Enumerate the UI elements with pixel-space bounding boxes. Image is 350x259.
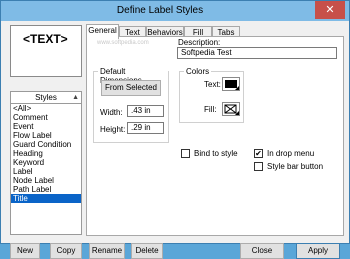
description-input[interactable]: Softpedia Test [177, 47, 337, 59]
text-color-picker[interactable] [222, 77, 240, 91]
colors-group: Colors Text: Fill: [179, 67, 244, 123]
list-item[interactable]: Keyword [11, 158, 81, 167]
fill-color-label: Fill: [204, 105, 217, 114]
list-item[interactable]: Node Label [11, 176, 81, 185]
new-button[interactable]: New [10, 243, 40, 259]
delete-button[interactable]: Delete [131, 243, 163, 259]
rename-button[interactable]: Rename [89, 243, 125, 259]
preview-text: <TEXT> [23, 32, 68, 46]
height-label: Height: [100, 125, 126, 134]
styles-list[interactable]: <All> Comment Event Flow Label Guard Con… [10, 104, 82, 235]
bind-to-style-checkbox[interactable] [181, 149, 190, 158]
styles-header-label: Styles [35, 93, 57, 102]
dropdown-triangle-icon [235, 111, 239, 115]
list-item[interactable]: Comment [11, 113, 81, 122]
list-item-selected[interactable]: Title [11, 194, 81, 203]
in-drop-menu-checkbox[interactable]: ✔ [254, 149, 263, 158]
dropdown-triangle-icon [235, 86, 239, 90]
from-selected-button[interactable]: From Selected [101, 80, 161, 96]
style-bar-button-checkbox[interactable] [254, 162, 263, 171]
copy-button[interactable]: Copy [50, 243, 82, 259]
dialog-window: Define Label Styles ✕ <TEXT> Styles ▲ <A… [0, 0, 350, 259]
description-label: Description: [178, 38, 221, 47]
general-tab-panel: www.softpedia.com Description: Softpedia… [86, 36, 344, 236]
list-item[interactable]: <All> [11, 104, 81, 113]
list-item[interactable]: Label [11, 167, 81, 176]
list-item[interactable]: Flow Label [11, 131, 81, 140]
dialog-body: <TEXT> Styles ▲ <All> Comment Event Flow… [4, 21, 346, 259]
close-window-button[interactable]: ✕ [315, 1, 345, 19]
list-item[interactable]: Event [11, 122, 81, 131]
width-label: Width: [100, 108, 123, 117]
list-item[interactable]: Heading [11, 149, 81, 158]
in-drop-menu-label: In drop menu [267, 149, 315, 158]
apply-button[interactable]: Apply [296, 243, 340, 259]
window-title: Define Label Styles [116, 5, 204, 16]
sort-up-icon: ▲ [72, 94, 79, 101]
tab-general[interactable]: General [86, 24, 119, 39]
watermark: www.softpedia.com [97, 40, 149, 46]
title-bar: Define Label Styles ✕ [1, 1, 349, 21]
list-item[interactable]: Path Label [11, 185, 81, 194]
list-item[interactable]: Guard Condition [11, 140, 81, 149]
fill-color-picker[interactable] [222, 102, 240, 116]
style-preview: <TEXT> [10, 25, 82, 77]
text-color-label: Text: [204, 80, 221, 89]
default-dimensions-group: Default Dimensions From Selected Width: … [93, 67, 169, 143]
bind-to-style-label: Bind to style [194, 149, 238, 158]
width-input[interactable]: .43 in [127, 105, 164, 117]
height-input[interactable]: .29 in [127, 122, 164, 134]
style-bar-button-label: Style bar button [267, 162, 324, 171]
colors-label: Colors [184, 67, 212, 76]
close-button[interactable]: Close [240, 243, 284, 259]
styles-header[interactable]: Styles ▲ [10, 91, 82, 104]
